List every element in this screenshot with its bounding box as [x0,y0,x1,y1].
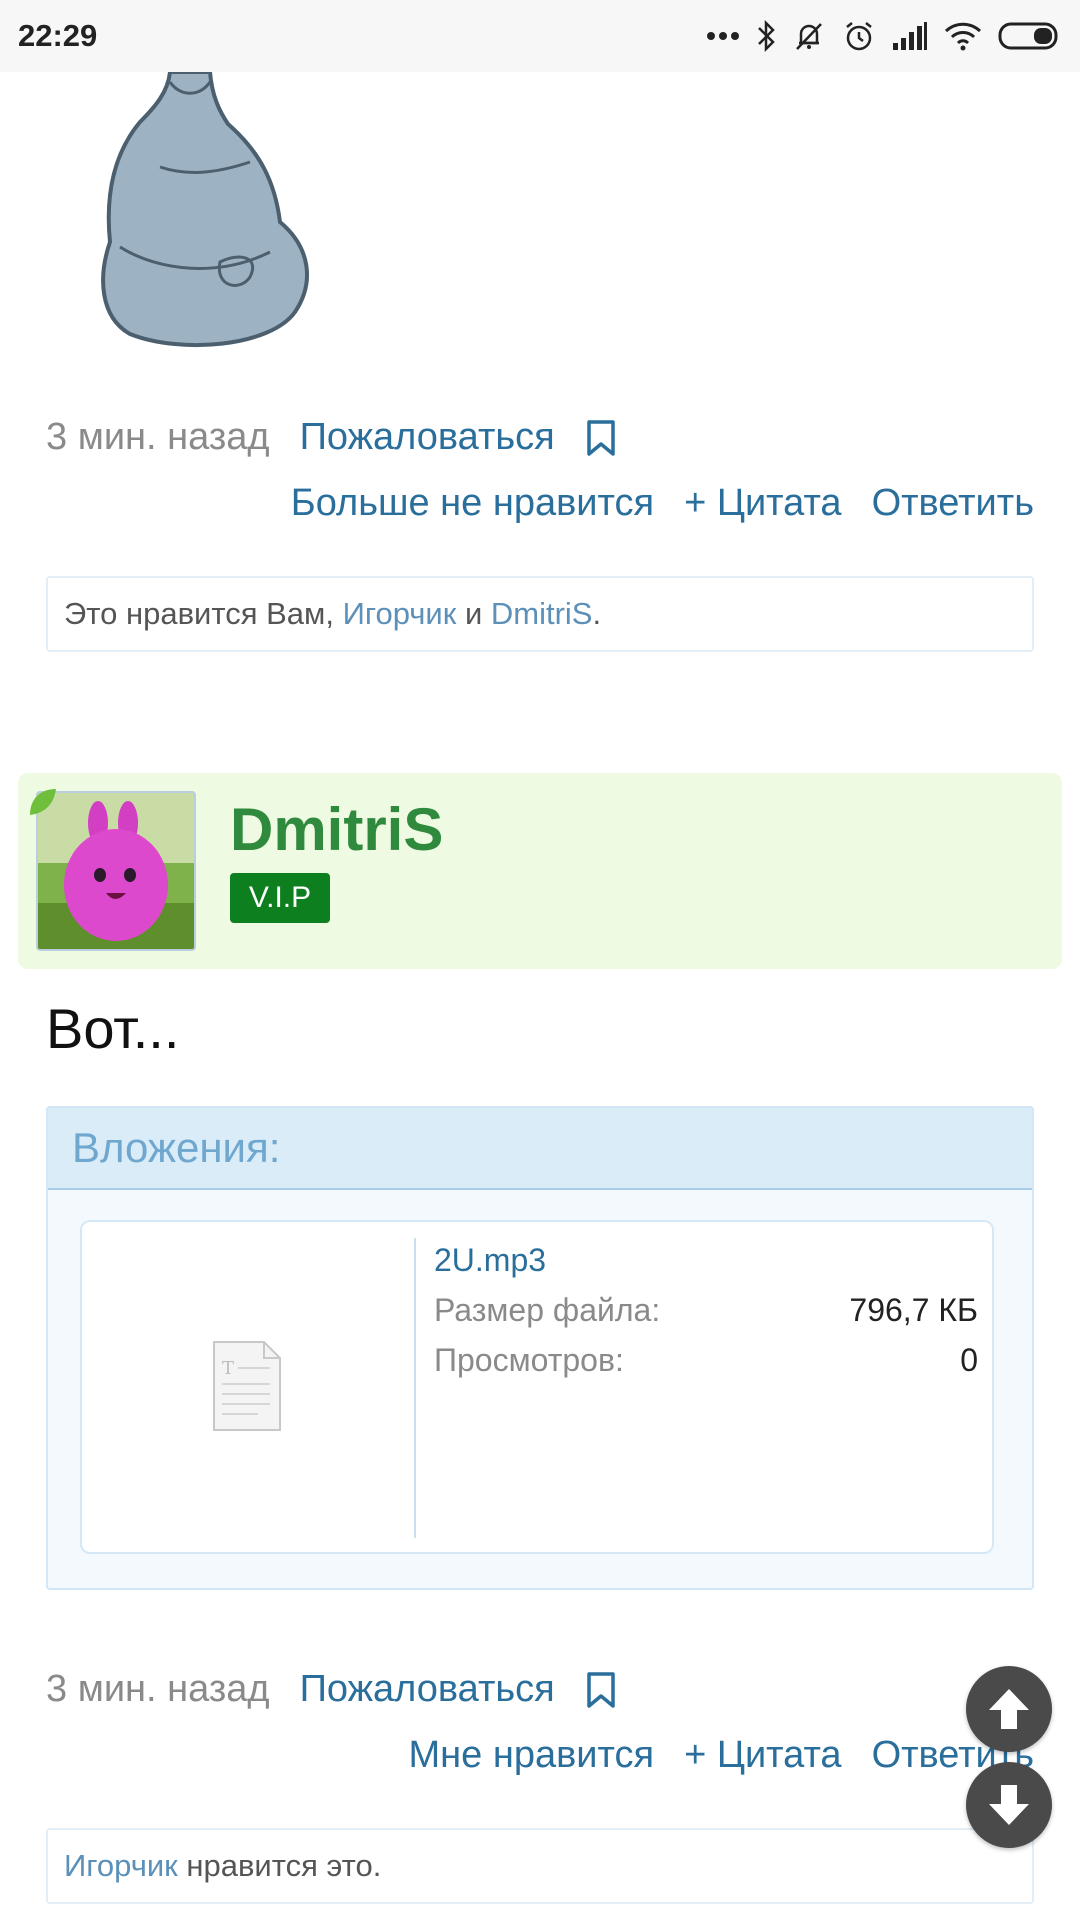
battery-icon [998,21,1062,51]
attachments-title: Вложения: [48,1108,1032,1190]
signal-icon [892,21,928,51]
attachment-card[interactable]: T 2U.mp3 Размер файла: 796,7 КБ Просмотр… [80,1220,994,1554]
post-body: Вот... [46,997,180,1060]
bluetooth-icon [756,19,776,53]
quote-button[interactable]: + Цитата [684,482,841,525]
scroll-up-button[interactable] [966,1666,1052,1752]
likes-summary: Это нравится Вам, Игорчик и DmitriS . [46,576,1034,652]
post2-meta: 3 мин. назад Пожаловаться [46,1668,617,1711]
arrow-up-icon [989,1689,1029,1729]
file-views-value: 0 [960,1342,978,1378]
report-link[interactable]: Пожаловаться [300,416,555,459]
likes-summary: Игорчик нравится это. [46,1828,1034,1904]
svg-text:T: T [222,1358,234,1379]
post2-actions: Мне нравится + Цитата Ответить [409,1734,1034,1777]
post-time: 3 мин. назад [46,1668,270,1710]
status-bar: 22:29 [0,0,1080,72]
wifi-icon [944,21,982,51]
post-time: 3 мин. назад [46,416,270,458]
sticker-image [101,72,309,348]
liker-link[interactable]: Игорчик [64,1848,178,1884]
leaf-icon [30,789,56,815]
file-views-row: Просмотров: 0 [434,1342,978,1379]
file-views-label: Просмотров: [434,1342,624,1378]
card-divider [414,1238,416,1538]
attachments-block: Вложения: T 2U.mp3 Размер файла: 796,7 К… [46,1106,1034,1590]
file-size-value: 796,7 КБ [849,1292,978,1328]
like-button[interactable]: Мне нравится [409,1734,655,1777]
likes-prefix: Это нравится Вам, [64,596,343,631]
report-link[interactable]: Пожаловаться [300,1668,555,1711]
file-name-link[interactable]: 2U.mp3 [434,1242,546,1279]
file-size-label: Размер файла: [434,1292,661,1328]
file-size-row: Размер файла: 796,7 КБ [434,1292,978,1329]
post1-meta: 3 мин. назад Пожаловаться [46,416,617,459]
mute-icon [792,19,826,53]
alarm-icon [842,19,876,53]
status-time: 22:29 [18,18,98,53]
file-icon[interactable]: T [212,1340,282,1432]
author-username[interactable]: DmitriS [230,795,443,864]
likes-suffix: нравится это. [177,1848,382,1883]
arrow-down-icon [989,1785,1029,1825]
status-icons [706,14,1062,58]
likes-separator: и [456,596,491,631]
post1-actions: Больше не нравится + Цитата Ответить [291,482,1034,525]
bookmark-icon[interactable] [585,419,617,457]
avatar[interactable] [36,791,196,951]
quote-button[interactable]: + Цитата [684,1734,841,1777]
likes-suffix: . [592,596,602,631]
user-title-badge: V.I.P [230,873,330,923]
liker-link[interactable]: Игорчик [343,596,457,632]
unlike-button[interactable]: Больше не нравится [291,482,654,525]
liker-link[interactable]: DmitriS [491,596,593,632]
more-icon [706,31,740,41]
scroll-down-button[interactable] [966,1762,1052,1848]
reply-button[interactable]: Ответить [872,482,1034,525]
bookmark-icon[interactable] [585,1671,617,1709]
post-author-header: DmitriS V.I.P [18,773,1062,969]
